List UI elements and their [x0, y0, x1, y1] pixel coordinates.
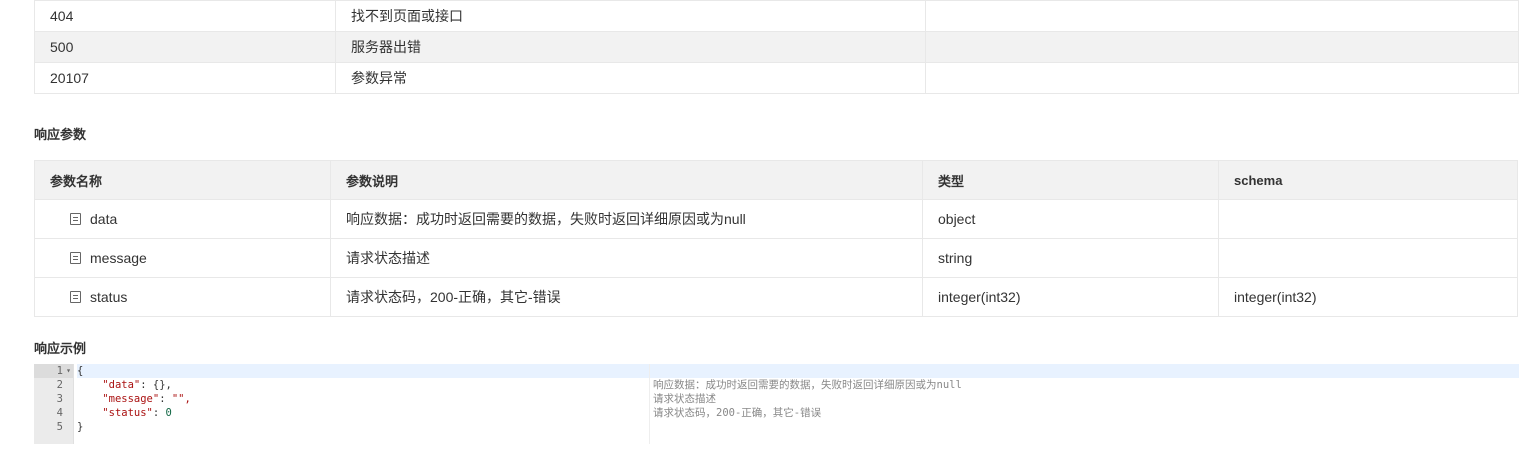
response-example-title: 响应示例: [34, 341, 87, 356]
param-name: message: [90, 250, 147, 266]
param-description: 请求状态码，200-正确，其它-错误: [330, 277, 923, 317]
table-row: 404 找不到页面或接口: [34, 0, 1519, 32]
line-number: 1 ▾: [34, 364, 73, 378]
comment-line: 响应数据：成功时返回需要的数据，失败时返回详细原因或为null: [653, 379, 962, 391]
status-code: 404: [34, 0, 336, 32]
param-schema: integer(int32): [1218, 277, 1518, 317]
table-row[interactable]: status 请求状态码，200-正确，其它-错误 integer(int32)…: [34, 277, 1518, 317]
editor-content[interactable]: { "data": {}, "message": "", "status": 0…: [77, 364, 1519, 444]
code-editor[interactable]: 1 ▾ 2 3 4 5 { "data": {}, "message": "", …: [34, 364, 1519, 444]
document-list-icon: [70, 291, 81, 303]
column-header-name: 参数名称: [34, 160, 331, 200]
param-name: status: [90, 289, 128, 305]
param-description: 响应数据：成功时返回需要的数据，失败时返回详细原因或为null: [330, 199, 923, 239]
table-row[interactable]: message 请求状态描述 string: [34, 238, 1518, 278]
status-code: 20107: [34, 62, 336, 94]
column-header-description: 参数说明: [330, 160, 923, 200]
fold-toggle-icon[interactable]: ▾: [66, 364, 71, 378]
param-type: object: [922, 199, 1219, 239]
status-description: 参数异常: [335, 62, 926, 94]
line-number: 4: [56, 407, 63, 419]
column-header-type: 类型: [922, 160, 1219, 200]
param-schema: [1218, 199, 1518, 239]
param-name-cell: status: [34, 277, 331, 317]
code-line: {: [77, 364, 1519, 378]
line-number: 2: [56, 379, 63, 391]
table-header-row: 参数名称 参数说明 类型 schema: [34, 160, 1518, 200]
response-params-title: 响应参数: [34, 127, 87, 142]
comment-line: 请求状态描述: [653, 393, 716, 405]
status-description: 找不到页面或接口: [335, 0, 926, 32]
param-type: integer(int32): [922, 277, 1219, 317]
response-params-table: 参数名称 参数说明 类型 schema data 响应数据：成功时返回需要的数据…: [34, 160, 1518, 317]
param-type: string: [922, 238, 1219, 278]
table-row[interactable]: data 响应数据：成功时返回需要的数据，失败时返回详细原因或为null obj…: [34, 199, 1518, 239]
comment-line: 请求状态码，200-正确，其它-错误: [653, 407, 822, 419]
editor-gutter: 1 ▾ 2 3 4 5: [34, 364, 74, 444]
column-header-schema: schema: [1218, 160, 1518, 200]
param-name-cell: data: [34, 199, 331, 239]
status-extra: [925, 31, 1519, 63]
status-extra: [925, 62, 1519, 94]
code-comments: 响应数据：成功时返回需要的数据，失败时返回详细原因或为null 请求状态描述 请…: [653, 378, 962, 420]
status-code-table: 404 找不到页面或接口 500 服务器出错 20107 参数异常: [34, 0, 1519, 94]
param-schema: [1218, 238, 1518, 278]
table-row: 500 服务器出错: [34, 31, 1519, 63]
document-list-icon: [70, 252, 81, 264]
line-number: 3: [56, 393, 63, 405]
comment-divider: [649, 364, 650, 444]
param-name-cell: message: [34, 238, 331, 278]
param-description: 请求状态描述: [330, 238, 923, 278]
line-number: 5: [56, 421, 63, 433]
status-code: 500: [34, 31, 336, 63]
document-list-icon: [70, 213, 81, 225]
table-row: 20107 参数异常: [34, 62, 1519, 94]
status-extra: [925, 0, 1519, 32]
status-description: 服务器出错: [335, 31, 926, 63]
param-name: data: [90, 211, 118, 227]
code-line: }: [77, 421, 84, 433]
